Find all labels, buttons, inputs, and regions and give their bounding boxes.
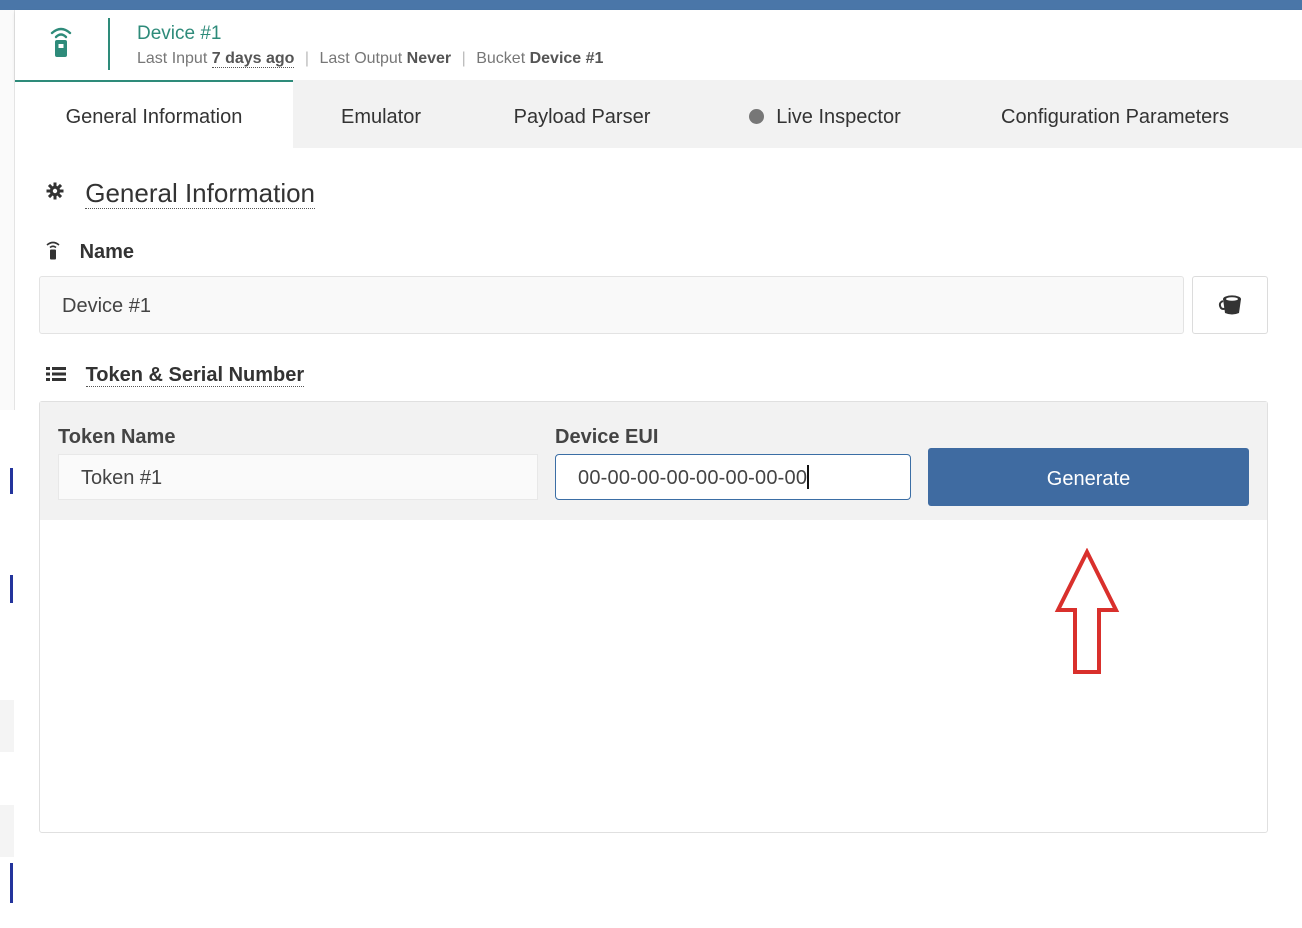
last-input-value: 7 days ago — [211, 50, 295, 68]
header-divider — [108, 18, 110, 70]
token-name-field[interactable]: Token #1 — [58, 454, 538, 500]
top-bar — [0, 0, 1302, 10]
left-sidebar-marker — [10, 468, 13, 494]
tab-payload-parser[interactable]: Payload Parser — [469, 80, 695, 148]
meta-separator: | — [461, 50, 466, 67]
generate-button[interactable]: Generate — [928, 448, 1249, 506]
bucket-icon — [1218, 295, 1241, 315]
remote-device-icon — [46, 241, 60, 260]
last-output-label: Last Output — [319, 50, 403, 67]
token-name-label: Token Name — [58, 426, 176, 448]
arrow-up-outline-icon — [1054, 548, 1120, 674]
section-title-text: General Information — [85, 178, 316, 209]
device-eui-field[interactable]: 00-00-00-00-00-00-00-00 — [555, 454, 911, 500]
tab-emulator[interactable]: Emulator — [293, 80, 469, 148]
device-header: Device #1 Last Input 7 days ago | Last O… — [15, 10, 1302, 80]
left-sidebar-marker — [10, 575, 13, 603]
name-label: Name — [79, 241, 135, 263]
left-sidebar-marker — [10, 863, 13, 903]
last-output-value: Never — [406, 50, 452, 67]
device-name-field[interactable]: Device #1 — [39, 276, 1184, 334]
bucket-label: Bucket — [476, 50, 526, 67]
bucket-value[interactable]: Device #1 — [530, 50, 604, 67]
token-section-title-row: Token & Serial Number — [46, 364, 305, 387]
tab-general-information[interactable]: General Information — [15, 80, 293, 148]
list-icon — [46, 367, 66, 381]
left-sidebar-panel — [0, 10, 15, 410]
gear-icon — [46, 182, 64, 200]
meta-separator: | — [304, 50, 310, 67]
tab-bar: General Information Emulator Payload Par… — [15, 80, 1302, 148]
remote-device-icon — [50, 27, 72, 57]
token-section-title: Token & Serial Number — [85, 364, 305, 387]
device-eui-label: Device EUI — [555, 426, 659, 448]
status-dot-icon — [749, 109, 765, 124]
last-input-label: Last Input — [137, 50, 208, 67]
token-panel-form: Token Name Token #1 Device EUI 00-00-00-… — [40, 402, 1267, 520]
left-sidebar-row — [0, 700, 14, 752]
tab-live-inspector[interactable]: Live Inspector — [695, 80, 955, 148]
tab-configuration-parameters[interactable]: Configuration Parameters — [955, 80, 1275, 148]
device-meta: Last Input 7 days ago | Last Output Neve… — [137, 50, 603, 68]
bucket-button[interactable] — [1192, 276, 1268, 334]
left-sidebar-row — [0, 805, 14, 857]
device-title[interactable]: Device #1 — [137, 23, 222, 45]
section-title: General Information — [46, 178, 316, 209]
tab-live-inspector-label: Live Inspector — [776, 106, 901, 128]
text-caret — [807, 465, 810, 489]
device-eui-value: 00-00-00-00-00-00-00-00 — [578, 467, 808, 489]
name-label-row: Name — [46, 240, 134, 264]
